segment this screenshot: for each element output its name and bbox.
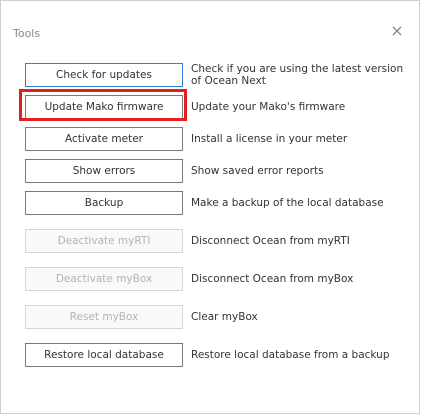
update-mako-firmware-button[interactable]: Update Mako firmware: [25, 95, 183, 119]
activate-meter-button[interactable]: Activate meter: [25, 127, 183, 151]
backup-button[interactable]: Backup: [25, 191, 183, 215]
dialog-title: Tools: [13, 27, 41, 40]
tool-row-restore-database: Restore local database Restore local dat…: [25, 339, 413, 371]
tool-row-activate-meter: Activate meter Install a license in your…: [25, 123, 413, 155]
close-icon[interactable]: ×: [389, 23, 405, 39]
tool-description: Install a license in your meter: [191, 133, 348, 145]
tool-row-reset-mybox: Reset myBox Clear myBox: [25, 301, 413, 333]
tool-row-backup: Backup Make a backup of the local databa…: [25, 187, 413, 219]
tool-row-check-updates: Check for updates Check if you are using…: [25, 59, 413, 91]
show-errors-button[interactable]: Show errors: [25, 159, 183, 183]
tool-row-deactivate-myrti: Deactivate myRTI Disconnect Ocean from m…: [25, 225, 413, 257]
tool-description: Update your Mako's firmware: [191, 101, 346, 113]
tool-description: Show saved error reports: [191, 165, 324, 177]
tool-description: Disconnect Ocean from myBox: [191, 273, 354, 285]
tool-description: Check if you are using the latest versio…: [191, 63, 404, 87]
tool-row-deactivate-mybox: Deactivate myBox Disconnect Ocean from m…: [25, 263, 413, 295]
tool-description: Clear myBox: [191, 311, 258, 323]
tool-description: Disconnect Ocean from myRTI: [191, 235, 350, 247]
tool-description: Make a backup of the local database: [191, 197, 384, 209]
deactivate-mybox-button: Deactivate myBox: [25, 267, 183, 291]
tool-description: Restore local database from a backup: [191, 349, 390, 361]
tools-dialog: Tools × Check for updates Check if you a…: [0, 0, 420, 414]
reset-mybox-button: Reset myBox: [25, 305, 183, 329]
restore-local-database-button[interactable]: Restore local database: [25, 343, 183, 367]
deactivate-myrti-button: Deactivate myRTI: [25, 229, 183, 253]
tool-row-show-errors: Show errors Show saved error reports: [25, 155, 413, 187]
tool-row-update-firmware: Update Mako firmware Update your Mako's …: [19, 89, 413, 123]
check-for-updates-button[interactable]: Check for updates: [25, 63, 183, 87]
